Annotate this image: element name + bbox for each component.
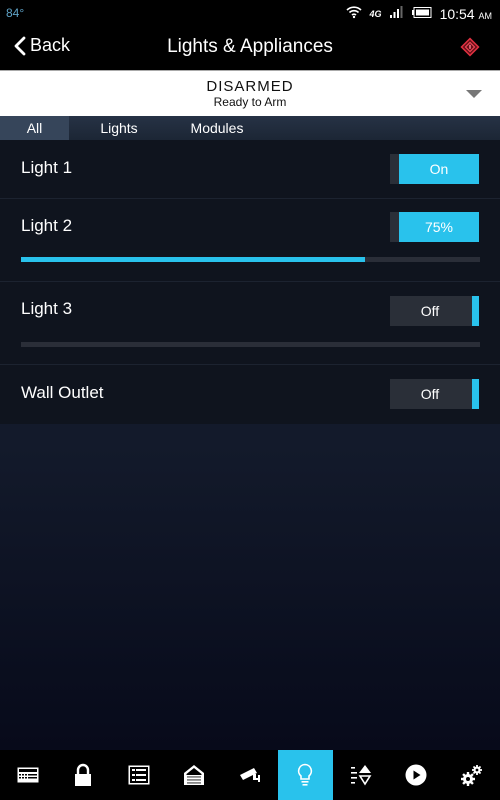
tab-all[interactable]: All	[0, 116, 69, 140]
device-toggle[interactable]: Off	[390, 296, 479, 326]
device-list: Light 1 On Light 2 75% Light 3 Off Wall …	[0, 140, 500, 424]
wifi-icon	[345, 5, 362, 22]
device-toggle[interactable]: 75%	[390, 212, 479, 242]
garage-icon	[184, 765, 205, 785]
settings-gears-icon	[460, 765, 482, 786]
toggle-label: 75%	[399, 212, 479, 242]
device-name: Light 3	[21, 299, 73, 318]
nav-settings[interactable]	[444, 750, 500, 800]
back-label: Back	[30, 35, 71, 55]
nav-locks[interactable]	[56, 750, 112, 800]
bottom-nav	[0, 750, 500, 800]
temperature-readout: 84°	[6, 6, 25, 20]
list-icon	[128, 765, 150, 785]
lock-icon	[75, 763, 92, 786]
device-toggle[interactable]: On	[390, 154, 479, 184]
play-icon	[405, 764, 427, 786]
camera-icon	[239, 768, 260, 782]
device-name: Light 2	[21, 216, 73, 235]
toggle-label: Off	[420, 386, 440, 402]
thermostat-icon	[350, 765, 372, 786]
nav-thermostat[interactable]	[333, 750, 389, 800]
device-row-light-1: Light 1 On	[0, 140, 500, 199]
device-row-wall-outlet: Wall Outlet Off	[0, 365, 500, 424]
device-list-area: Light 1 On Light 2 75% Light 3 Off Wall …	[0, 140, 500, 750]
chevron-left-icon	[14, 36, 26, 55]
alarm-diamond-icon	[460, 37, 480, 57]
tab-modules[interactable]: Modules	[169, 116, 265, 140]
nav-cameras[interactable]	[222, 750, 278, 800]
back-button[interactable]: Back	[14, 35, 70, 56]
dimmer-slider[interactable]	[21, 257, 480, 262]
arm-status-panel[interactable]: DISARMED Ready to Arm	[0, 70, 500, 116]
toggle-label: On	[399, 154, 479, 184]
device-row-light-2: Light 2 75%	[0, 199, 500, 282]
nav-list[interactable]	[111, 750, 167, 800]
nav-keypad[interactable]	[0, 750, 56, 800]
nav-garage[interactable]	[167, 750, 223, 800]
toggle-label: Off	[420, 303, 440, 319]
keypad-icon	[17, 767, 39, 783]
battery-icon	[411, 6, 432, 21]
status-bar: 84° 4G 10:54 AM	[0, 0, 500, 26]
dimmer-slider-fill	[21, 257, 366, 262]
device-row-light-3: Light 3 Off	[0, 282, 500, 365]
dimmer-slider[interactable]	[21, 342, 480, 347]
device-name: Wall Outlet	[21, 383, 104, 402]
clock-ampm: AM	[478, 10, 493, 21]
clock: 10:54 AM	[440, 6, 492, 22]
nav-lights[interactable]	[277, 750, 333, 800]
network-4g-lte-icon: 4G	[369, 8, 382, 19]
device-name: Light 1	[21, 158, 73, 177]
filter-tabs: All Lights Modules	[0, 116, 500, 140]
arm-state: DISARMED	[206, 78, 294, 95]
tab-lights[interactable]: Lights	[69, 116, 169, 140]
dropdown-arrow-icon[interactable]	[466, 90, 482, 98]
alarm-status-button[interactable]	[460, 37, 480, 62]
toggle-knob	[472, 379, 479, 409]
lightbulb-icon	[298, 763, 313, 786]
signal-strength-icon	[389, 6, 404, 21]
app-header: Back Lights & Appliances	[0, 26, 500, 70]
toggle-knob	[472, 296, 479, 326]
device-toggle[interactable]: Off	[390, 379, 479, 409]
arm-state-detail: Ready to Arm	[213, 95, 287, 109]
page-title: Lights & Appliances	[167, 36, 333, 57]
nav-scenes[interactable]	[389, 750, 445, 800]
clock-time: 10:54	[439, 5, 475, 22]
